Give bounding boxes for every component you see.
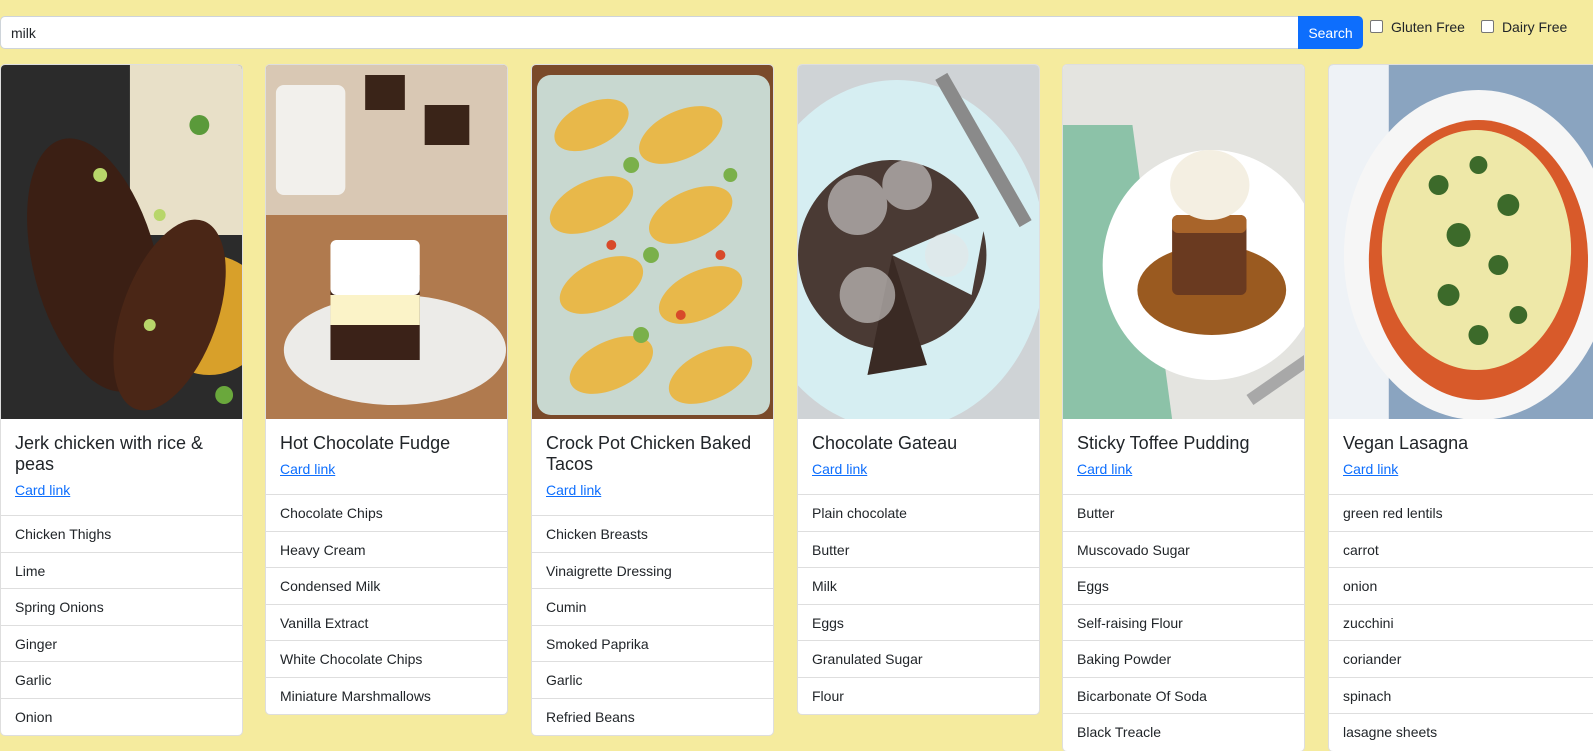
ingredient-item: Muscovado Sugar [1063,532,1304,568]
recipe-card: Crock Pot Chicken Baked Tacos Card link … [531,64,774,736]
ingredient-item: Granulated Sugar [798,641,1039,678]
ingredient-item: zucchini [1329,605,1593,641]
ingredient-list: Butter Muscovado Sugar Eggs Self-raising… [1063,494,1304,751]
search-button[interactable]: Search [1298,16,1363,49]
ingredient-item: White Chocolate Chips [266,641,507,678]
ingredient-item: Miniature Marshmallows [280,687,431,704]
ingredient-item: Self-raising Flour [1063,605,1304,641]
recipe-title: Crock Pot Chicken Baked Tacos [546,433,752,474]
ingredient-item: Eggs [1063,568,1304,605]
ingredient-item: green red lentils [1329,495,1593,532]
card-link[interactable]: Card link [280,461,335,477]
ingredient-item: Vanilla Extract [266,605,507,641]
ingredient-item: Bicarbonate Of Soda [1063,678,1304,714]
card-body: Chocolate Gateau Card link [798,419,1039,494]
card-link[interactable]: Card link [1077,461,1132,477]
search-bar: Search Gluten Free Dairy Free [0,16,1567,49]
gluten-free-label: Gluten Free [1391,18,1465,35]
card-link[interactable]: Card link [546,482,601,498]
ingredient-item: Ginger [1,626,242,662]
card-body: Jerk chicken with rice & peas Card link [1,419,242,515]
ingredient-list: Chicken Breasts Vinaigrette Dressing Cum… [532,515,773,735]
ingredient-item: Cumin [532,589,773,626]
recipe-card: Chocolate Gateau Card link Plain chocola… [797,64,1040,715]
ingredient-item: carrot [1329,532,1593,568]
card-link[interactable]: Card link [1343,461,1398,477]
ingredient-list: green red lentils carrot onion zucchini … [1329,494,1593,751]
ingredient-item: Garlic [1,662,242,699]
ingredient-item: Eggs [798,605,1039,641]
ingredient-item: Garlic [532,662,773,699]
ingredient-item: Butter [1063,495,1304,532]
card-body: Sticky Toffee Pudding Card link [1063,419,1304,494]
ingredient-list: Chocolate Chips Heavy Cream Condensed Mi… [266,494,507,714]
baked-tacos-photo [532,65,773,419]
ingredient-item: Butter [798,532,1039,568]
ingredient-item: Chicken Thighs [1,516,242,553]
recipe-card: Hot Chocolate Fudge Card link Chocolate … [265,64,508,715]
card-link[interactable]: Card link [812,461,867,477]
gluten-free-checkbox[interactable] [1370,20,1383,33]
ingredient-item: Plain chocolate [798,495,1039,532]
ingredient-item: coriander [1329,641,1593,678]
ingredient-item: lasagne sheets [1343,724,1438,740]
ingredient-item: Refried Beans [546,708,635,725]
ingredient-item: Lime [1,553,242,589]
hot-chocolate-fudge-photo [266,65,507,419]
ingredient-item: Smoked Paprika [532,626,773,662]
recipe-title: Vegan Lasagna [1343,433,1469,453]
gluten-free-filter[interactable]: Gluten Free [1370,19,1465,35]
ingredient-item: Black Treacle [1077,724,1162,740]
ingredient-item: Flour [812,687,844,704]
ingredient-item: Chicken Breasts [532,516,773,553]
dairy-free-checkbox[interactable] [1480,20,1494,33]
vegan-lasagna-photo [1329,65,1593,419]
recipe-title: Hot Chocolate Fudge [280,433,451,453]
ingredient-item: Milk [798,568,1039,605]
card-body: Hot Chocolate Fudge Card link [266,419,507,494]
recipe-card: Jerk chicken with rice & peas Card link … [0,64,243,736]
recipe-card: Vegan Lasagna Card link green red lentil… [1328,64,1593,751]
ingredient-list: Chicken Thighs Lime Spring Onions Ginger… [1,515,242,735]
ingredient-item: Onion [15,708,53,725]
jerk-chicken-photo [1,65,242,419]
card-body: Crock Pot Chicken Baked Tacos Card link [532,419,773,515]
sticky-toffee-pudding-photo [1063,65,1304,419]
dairy-free-filter[interactable]: Dairy Free [1480,18,1568,35]
ingredient-item: Chocolate Chips [266,495,507,532]
search-input[interactable] [0,16,1298,49]
ingredient-item: spinach [1329,678,1593,714]
card-link[interactable]: Card link [15,482,70,498]
ingredient-item: Vinaigrette Dressing [532,553,773,589]
ingredient-list: Plain chocolate Butter Milk Eggs Granula… [798,494,1039,714]
recipe-title: Sticky Toffee Pudding [1077,433,1250,453]
recipe-title: Jerk chicken with rice & peas [15,433,204,474]
ingredient-item: Heavy Cream [266,532,507,568]
recipe-card: Sticky Toffee Pudding Card link Butter M… [1062,64,1305,751]
ingredient-item: Condensed Milk [266,568,507,605]
ingredient-item: Baking Powder [1063,641,1304,678]
dairy-free-label: Dairy Free [1501,18,1568,35]
ingredient-item: Spring Onions [1,589,242,626]
ingredient-item: onion [1329,568,1593,605]
recipe-title: Chocolate Gateau [812,433,958,453]
chocolate-gateau-photo [798,65,1039,419]
card-body: Vegan Lasagna Card link [1329,419,1593,494]
